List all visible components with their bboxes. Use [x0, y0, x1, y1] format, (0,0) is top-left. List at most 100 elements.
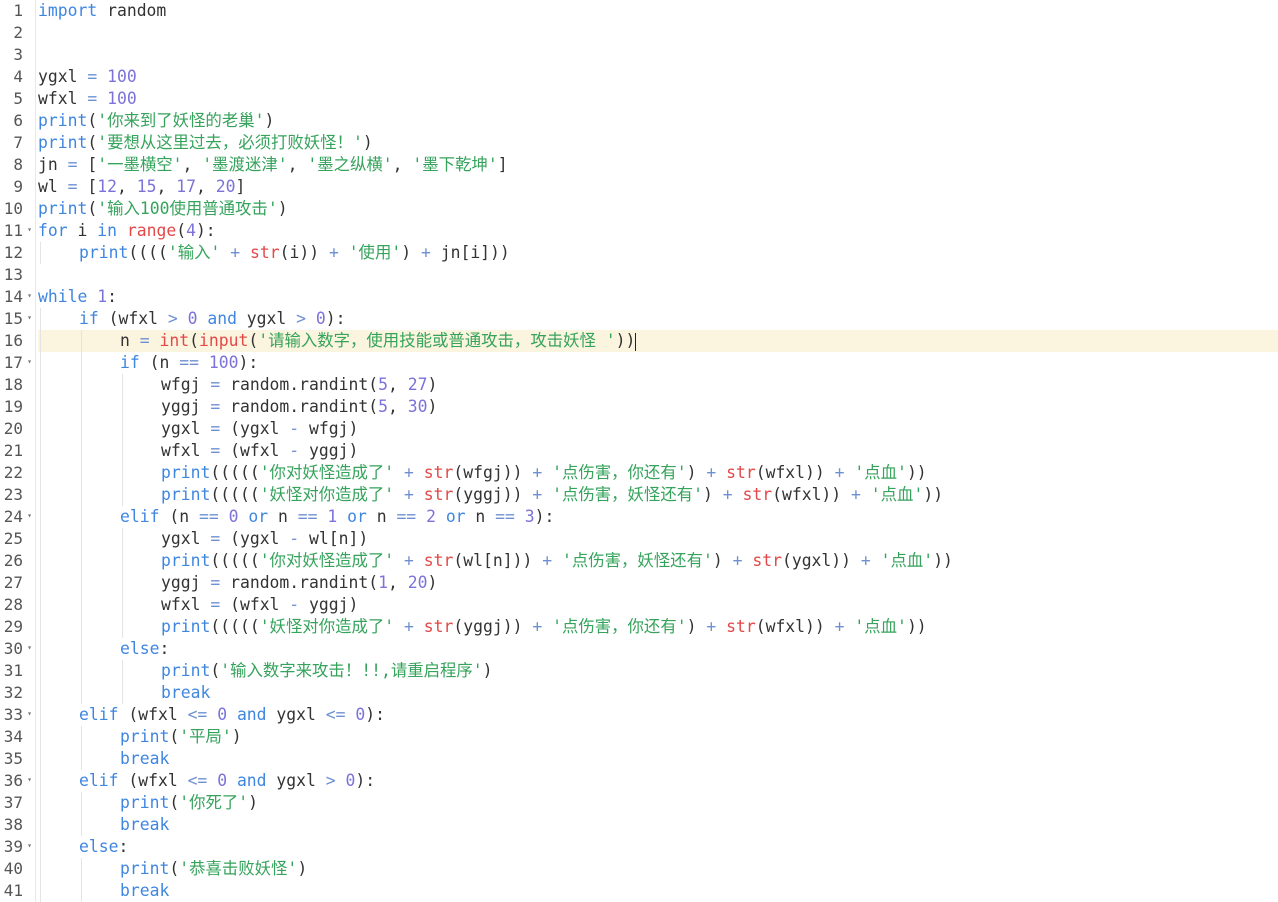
- line-number: 25: [0, 528, 34, 550]
- code-line-text: print((((('你对妖怪造成了' + str(wl[n])) + '点伤害…: [161, 550, 953, 572]
- code-line[interactable]: if (n == 100):: [38, 352, 1278, 374]
- code-line[interactable]: print((((('你对妖怪造成了' + str(wl[n])) + '点伤害…: [38, 550, 1278, 572]
- code-line[interactable]: else:: [38, 836, 1278, 858]
- code-line[interactable]: print((((('妖怪对你造成了' + str(yggj)) + '点伤害，…: [38, 616, 1278, 638]
- code-token: +: [532, 617, 543, 636]
- code-line[interactable]: print((((('妖怪对你造成了' + str(yggj)) + '点伤害，…: [38, 484, 1278, 506]
- code-area[interactable]: import random ygxl = 100 wfxl = 100 print('…: [38, 0, 1278, 902]
- code-line[interactable]: elif (wfxl <= 0 and ygxl <= 0):: [38, 704, 1278, 726]
- fold-chevron-down-icon[interactable]: ▾: [27, 308, 32, 328]
- code-token: ): [248, 793, 259, 812]
- code-line[interactable]: ygxl = (ygxl - wl[n]): [38, 528, 1278, 550]
- line-number-label: 2: [13, 23, 23, 42]
- code-token: ): [686, 463, 707, 482]
- code-line[interactable]: print('要想从这里过去，必须打败妖怪！'): [38, 132, 1278, 154]
- code-line[interactable]: break: [38, 814, 1278, 836]
- code-line[interactable]: elif (wfxl <= 0 and ygxl > 0):: [38, 770, 1278, 792]
- code-line[interactable]: ygxl = 100: [38, 66, 1278, 88]
- code-token: :: [118, 837, 129, 856]
- code-token: wl: [38, 177, 68, 196]
- indent-guide: [40, 726, 41, 748]
- code-line-text: wfxl = (wfxl - yggj): [161, 440, 358, 462]
- code-line[interactable]: [38, 44, 1278, 66]
- code-token: i: [67, 221, 98, 240]
- code-line[interactable]: print('平局'): [38, 726, 1278, 748]
- code-token: ): [686, 617, 707, 636]
- code-line[interactable]: else:: [38, 638, 1278, 660]
- code-line[interactable]: print('输入100使用普通攻击'): [38, 198, 1278, 220]
- code-token: wfxl: [161, 441, 211, 460]
- fold-chevron-down-icon[interactable]: ▾: [27, 352, 32, 372]
- code-line[interactable]: wfxl = (wfxl - yggj): [38, 440, 1278, 462]
- code-token: (: [176, 221, 187, 240]
- code-line-text: wfxl = 100: [38, 88, 137, 110]
- code-token: str: [423, 485, 454, 504]
- code-line[interactable]: break: [38, 748, 1278, 770]
- code-line[interactable]: elif (n == 0 or n == 1 or n == 2 or n ==…: [38, 506, 1278, 528]
- code-token: 0: [228, 507, 239, 526]
- code-line[interactable]: for i in range(4):: [38, 220, 1278, 242]
- code-line[interactable]: print('你来到了妖怪的老巢'): [38, 110, 1278, 132]
- code-line-text: wfxl = (wfxl - yggj): [161, 594, 358, 616]
- code-line[interactable]: jn = ['一墨横空', '墨渡迷津', '墨之纵横', '墨下乾坤']: [38, 154, 1278, 176]
- code-line[interactable]: while 1:: [38, 286, 1278, 308]
- code-token: print: [161, 463, 211, 482]
- code-line[interactable]: break: [38, 682, 1278, 704]
- code-line[interactable]: wl = [12, 15, 17, 20]: [38, 176, 1278, 198]
- code-line[interactable]: wfgj = random.randint(5, 27): [38, 374, 1278, 396]
- fold-chevron-down-icon[interactable]: ▾: [27, 506, 32, 526]
- code-line[interactable]: yggj = random.randint(5, 30): [38, 396, 1278, 418]
- code-line-text: print(((('输入' + str(i)) + '使用') + jn[i])…: [79, 242, 510, 264]
- code-token: ): [297, 859, 308, 878]
- code-line[interactable]: wfxl = (wfxl - yggj): [38, 594, 1278, 616]
- code-line-text: if (n == 100):: [120, 352, 258, 374]
- code-line[interactable]: print('输入数字来攻击！!!,请重启程序'): [38, 660, 1278, 682]
- code-line[interactable]: wfxl = 100: [38, 88, 1278, 110]
- code-token: =: [210, 419, 221, 438]
- code-line[interactable]: print('你死了'): [38, 792, 1278, 814]
- code-line[interactable]: print('恭喜击败妖怪'): [38, 858, 1278, 880]
- code-editor[interactable]: 1 2 3 4 5 6 7 8 9 10 11 ▾ 12 13 14 ▾ 15 ▾ 16 17 ▾ 18 19 20 21 22 2…: [0, 0, 1278, 902]
- code-token: '平局': [179, 727, 232, 746]
- code-line-text: break: [120, 748, 169, 770]
- indent-guide: [122, 616, 123, 638]
- code-token: '妖怪对你造成了': [259, 485, 395, 504]
- code-line[interactable]: print(((('输入' + str(i)) + '使用') + jn[i])…: [38, 242, 1278, 264]
- code-token: +: [851, 485, 861, 504]
- line-number-label: 31: [3, 661, 23, 680]
- code-line[interactable]: [38, 22, 1278, 44]
- fold-chevron-down-icon[interactable]: ▾: [27, 836, 32, 856]
- fold-chevron-down-icon[interactable]: ▾: [27, 770, 32, 790]
- code-line-text: yggj = random.randint(5, 30): [161, 396, 437, 418]
- code-token: (ygxl)): [781, 551, 861, 570]
- fold-chevron-down-icon[interactable]: ▾: [27, 638, 32, 658]
- code-line-text: print('要想从这里过去，必须打败妖怪！'): [38, 132, 373, 154]
- code-token: '使用': [348, 243, 402, 262]
- fold-chevron-down-icon[interactable]: ▾: [27, 286, 32, 306]
- code-token: )): [923, 485, 944, 504]
- code-line[interactable]: yggj = random.randint(1, 20): [38, 572, 1278, 594]
- active-code-line[interactable]: n = int(input('请输入数字，使用技能或普通攻击，攻击妖怪 ')): [38, 330, 1278, 352]
- code-line[interactable]: if (wfxl > 0 and ygxl > 0):: [38, 308, 1278, 330]
- line-number-label: 14: [3, 287, 23, 306]
- code-line[interactable]: ygxl = (ygxl - wfgj): [38, 418, 1278, 440]
- line-number-label: 6: [13, 111, 23, 130]
- line-number: 20: [0, 418, 34, 440]
- code-token: str: [423, 617, 454, 636]
- code-token: '墨下乾坤': [412, 155, 498, 174]
- fold-chevron-down-icon[interactable]: ▾: [27, 220, 32, 240]
- code-line[interactable]: print((((('你对妖怪造成了' + str(wfgj)) + '点伤害，…: [38, 462, 1278, 484]
- code-line-text: print('你来到了妖怪的老巢'): [38, 110, 274, 132]
- code-line[interactable]: [38, 264, 1278, 286]
- line-number: 5: [0, 88, 34, 110]
- code-token: (ygxl: [220, 419, 290, 438]
- code-token: 5: [378, 397, 388, 416]
- code-line[interactable]: break: [38, 880, 1278, 902]
- code-line[interactable]: import random: [38, 0, 1278, 22]
- fold-chevron-down-icon[interactable]: ▾: [27, 704, 32, 724]
- code-token: ==: [297, 507, 318, 526]
- code-token: (yggj)): [453, 485, 533, 504]
